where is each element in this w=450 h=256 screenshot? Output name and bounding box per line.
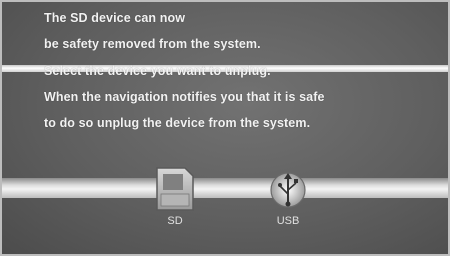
navigation-screen: The SD device can now be safety removed … — [0, 0, 450, 256]
message-line-5: to do so unplug the device from the syst… — [44, 116, 311, 130]
sd-device-button[interactable]: SD — [145, 160, 205, 240]
sd-card-icon — [156, 167, 194, 211]
usb-icon — [270, 172, 306, 208]
message-line-4: When the navigation notifies you that it… — [44, 90, 325, 104]
device-bar — [2, 178, 448, 198]
sd-label: SD — [167, 215, 183, 227]
message-line-1: The SD device can now — [44, 11, 186, 25]
message-line-3: Select the device you want to unplug. — [44, 64, 271, 78]
message-line-2: be safety removed from the system. — [44, 37, 261, 51]
usb-label: USB — [276, 215, 300, 227]
usb-device-button[interactable]: USB — [258, 160, 318, 240]
